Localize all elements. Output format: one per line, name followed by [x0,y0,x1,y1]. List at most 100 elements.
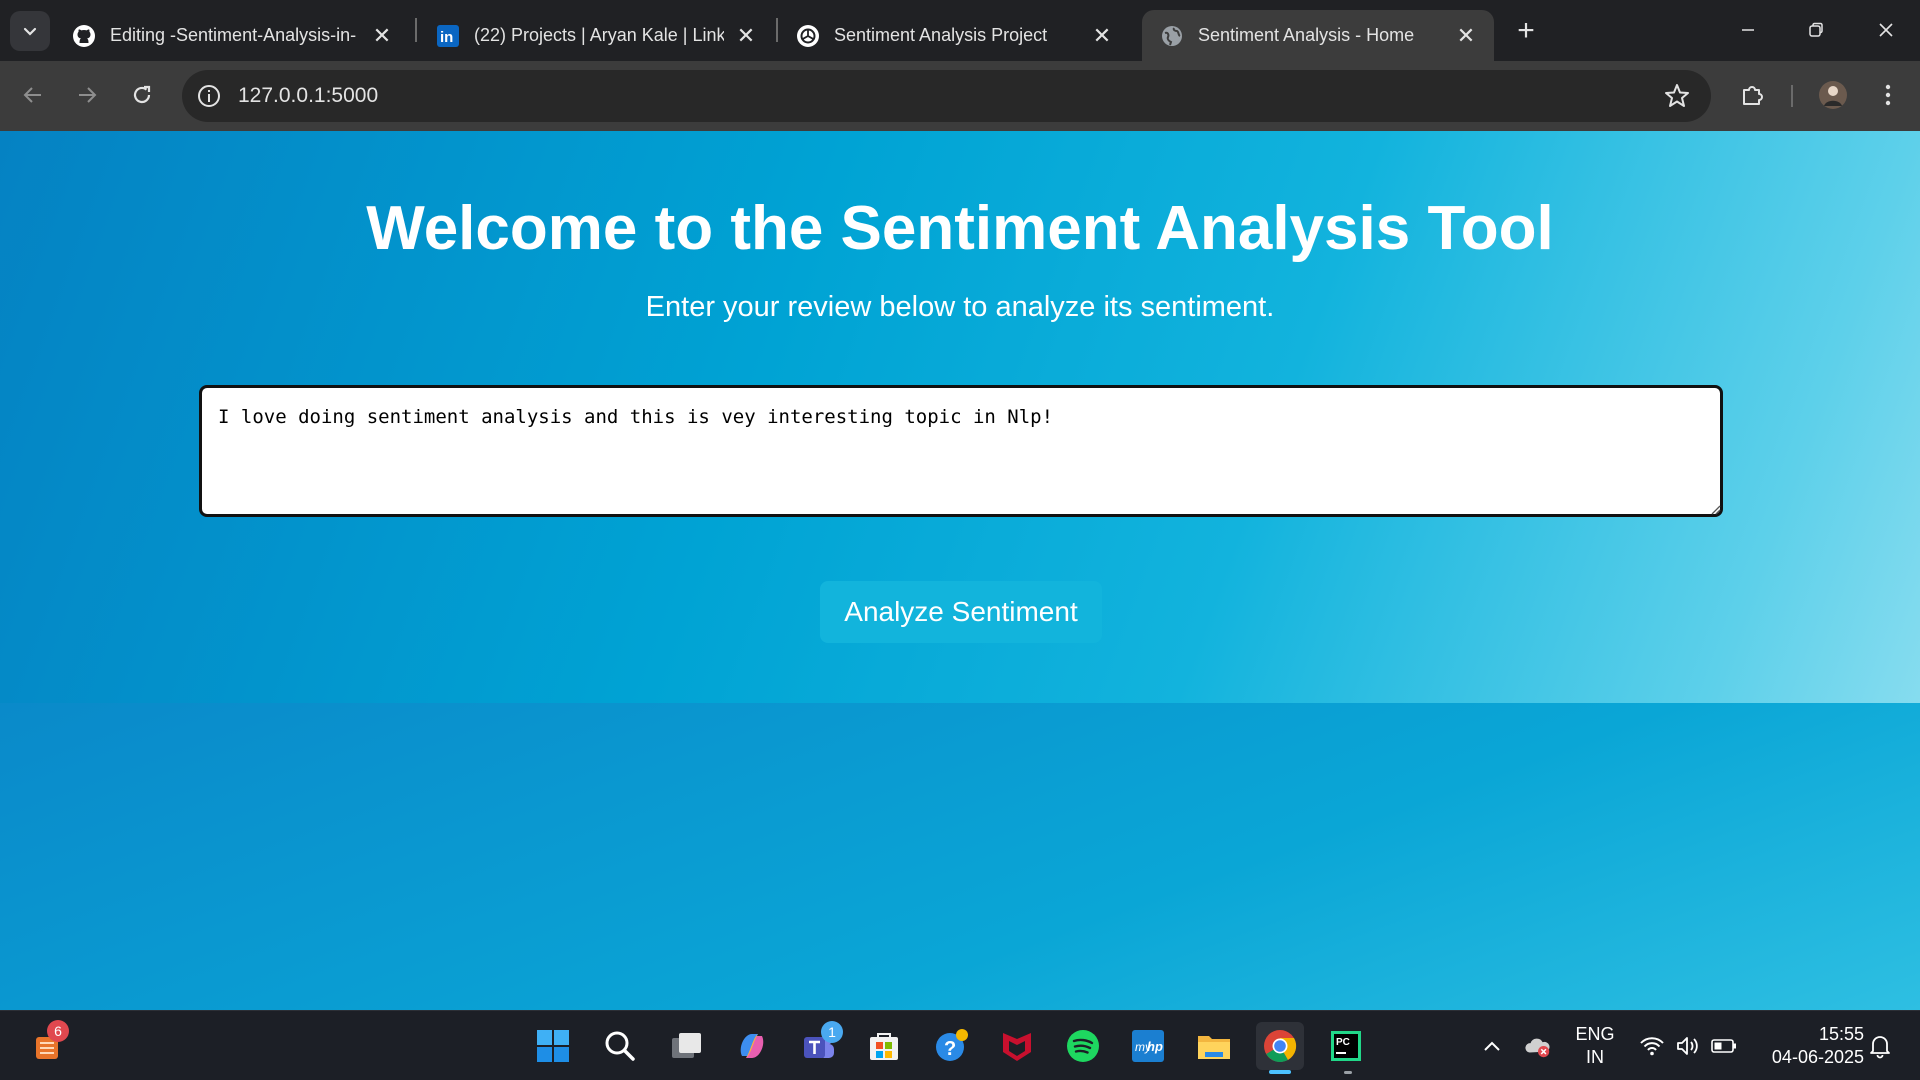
store-icon [870,1033,898,1060]
arrow-right-icon [79,87,97,103]
speaker-icon [1677,1037,1698,1055]
svg-text:PC: PC [1336,1037,1350,1048]
spotify-button[interactable] [1059,1022,1107,1070]
tab-github[interactable]: Editing -Sentiment-Analysis-in- ✕ [54,10,410,61]
globe-icon [1160,24,1184,48]
toolbar-separator [1791,85,1793,107]
chatgpt-icon [796,24,820,48]
tab-search-button[interactable] [10,11,50,51]
more-vertical-icon [1885,84,1891,106]
close-icon [1879,23,1893,37]
tab-title: Sentiment Analysis Project [834,25,1048,45]
github-icon [72,24,96,48]
menu-button[interactable] [1870,77,1906,113]
tab-chatgpt[interactable]: Sentiment Analysis Project ✕ [778,10,1130,61]
show-hidden-icons-button[interactable] [1478,1032,1506,1060]
mcafee-shield-icon [1003,1033,1031,1061]
avatar-icon [1819,81,1847,109]
tab-active-home[interactable]: Sentiment Analysis - Home ✕ [1142,10,1494,61]
tab-title: Editing -Sentiment-Analysis-in- [110,25,357,45]
volume-status[interactable] [1674,1032,1702,1060]
language-region[interactable]: IN [1574,1047,1616,1068]
browser-toolbar: 127.0.0.1:5000 [0,61,1920,131]
close-tab-icon[interactable]: ✕ [734,23,758,48]
task-view-button[interactable] [663,1022,711,1070]
widgets-badge: 6 [47,1020,69,1042]
mcafee-button[interactable] [993,1022,1041,1070]
info-icon[interactable] [196,83,222,109]
wifi-status[interactable] [1638,1032,1666,1060]
start-button[interactable] [529,1022,577,1070]
puzzle-icon [1743,86,1763,105]
help-icon: ? [936,1029,968,1061]
page-title: Welcome to the Sentiment Analysis Tool [366,194,1554,263]
linkedin-icon: in [436,24,460,48]
myhp-icon: myhp [1132,1030,1164,1062]
windows-logo-icon [537,1030,569,1062]
tab-strip: Editing -Sentiment-Analysis-in- ✕ in (22… [0,0,1920,61]
close-tab-icon[interactable]: ✕ [370,23,394,48]
notification-bell-icon [1870,1036,1890,1059]
forward-button[interactable] [67,75,107,115]
onedrive-status[interactable] [1524,1032,1552,1060]
star-icon[interactable] [1663,82,1691,110]
reload-icon [133,85,151,104]
pycharm-icon: PC [1331,1031,1361,1061]
spotify-icon [1067,1030,1099,1062]
copilot-button[interactable] [728,1022,776,1070]
wifi-icon [1640,1037,1664,1056]
url-text[interactable]: 127.0.0.1:5000 [238,84,378,108]
tab-title: (22) Projects | Aryan Kale | Linke [474,25,724,45]
back-button[interactable] [13,75,53,115]
review-textarea[interactable]: I love doing sentiment analysis and this… [199,385,1723,517]
pycharm-button[interactable]: PC [1322,1022,1370,1070]
resize-grip-icon[interactable] [1709,503,1721,515]
teams-badge: 1 [821,1021,843,1043]
close-tab-icon[interactable]: ✕ [1454,23,1478,48]
hero-section: Welcome to the Sentiment Analysis Tool E… [0,131,1920,703]
search-icon [605,1031,635,1061]
address-bar[interactable]: 127.0.0.1:5000 [182,70,1711,122]
active-app-indicator [1269,1070,1291,1074]
svg-text:hp: hp [1147,1039,1163,1054]
clock-time[interactable]: 15:55 [1754,1024,1864,1045]
chevron-down-icon [23,27,37,36]
tab-separator [415,18,417,42]
close-tab-icon[interactable]: ✕ [1090,23,1114,48]
tab-linkedin[interactable]: in (22) Projects | Aryan Kale | Linke ✕ [418,10,774,61]
minimize-icon [1742,29,1754,31]
new-tab-button[interactable]: + [1509,14,1543,48]
reload-button[interactable] [122,75,162,115]
minimize-button[interactable] [1728,12,1768,48]
analyze-sentiment-button[interactable]: Analyze Sentiment [820,581,1102,643]
myhp-button[interactable]: my hp [1124,1022,1172,1070]
language-indicator[interactable]: ENG [1574,1024,1616,1045]
extensions-button[interactable] [1735,77,1771,113]
restore-button[interactable] [1796,12,1836,48]
chrome-taskbar-button[interactable] [1256,1022,1304,1070]
clock-date[interactable]: 04-06-2025 [1754,1047,1864,1068]
svg-text:?: ? [944,1038,956,1060]
chrome-icon [1264,1030,1297,1063]
arrow-left-icon [23,87,41,103]
running-app-indicator [1344,1071,1352,1074]
restore-icon [1809,22,1823,37]
tab-title: Sentiment Analysis - Home [1198,25,1415,45]
profile-avatar[interactable] [1815,77,1851,113]
windows-taskbar: 6 1 ? my hp PC ENG IN 15:55 04-06-2025 [0,1010,1920,1080]
search-button[interactable] [596,1022,644,1070]
page-subtitle: Enter your review below to analyze its s… [645,291,1275,323]
notifications-button[interactable] [1866,1032,1894,1060]
cloud-error-icon [1525,1038,1550,1058]
battery-status[interactable] [1710,1032,1738,1060]
microsoft-store-button[interactable] [860,1022,908,1070]
folder-icon [1198,1036,1230,1059]
task-view-icon [672,1033,701,1058]
page-viewport: Welcome to the Sentiment Analysis Tool E… [0,131,1920,1010]
svg-text:in: in [440,29,453,46]
file-explorer-button[interactable] [1190,1022,1238,1070]
get-help-button[interactable]: ? [927,1022,975,1070]
battery-icon [1711,1039,1736,1053]
close-window-button[interactable] [1866,12,1906,48]
chevron-up-icon [1484,1041,1500,1051]
